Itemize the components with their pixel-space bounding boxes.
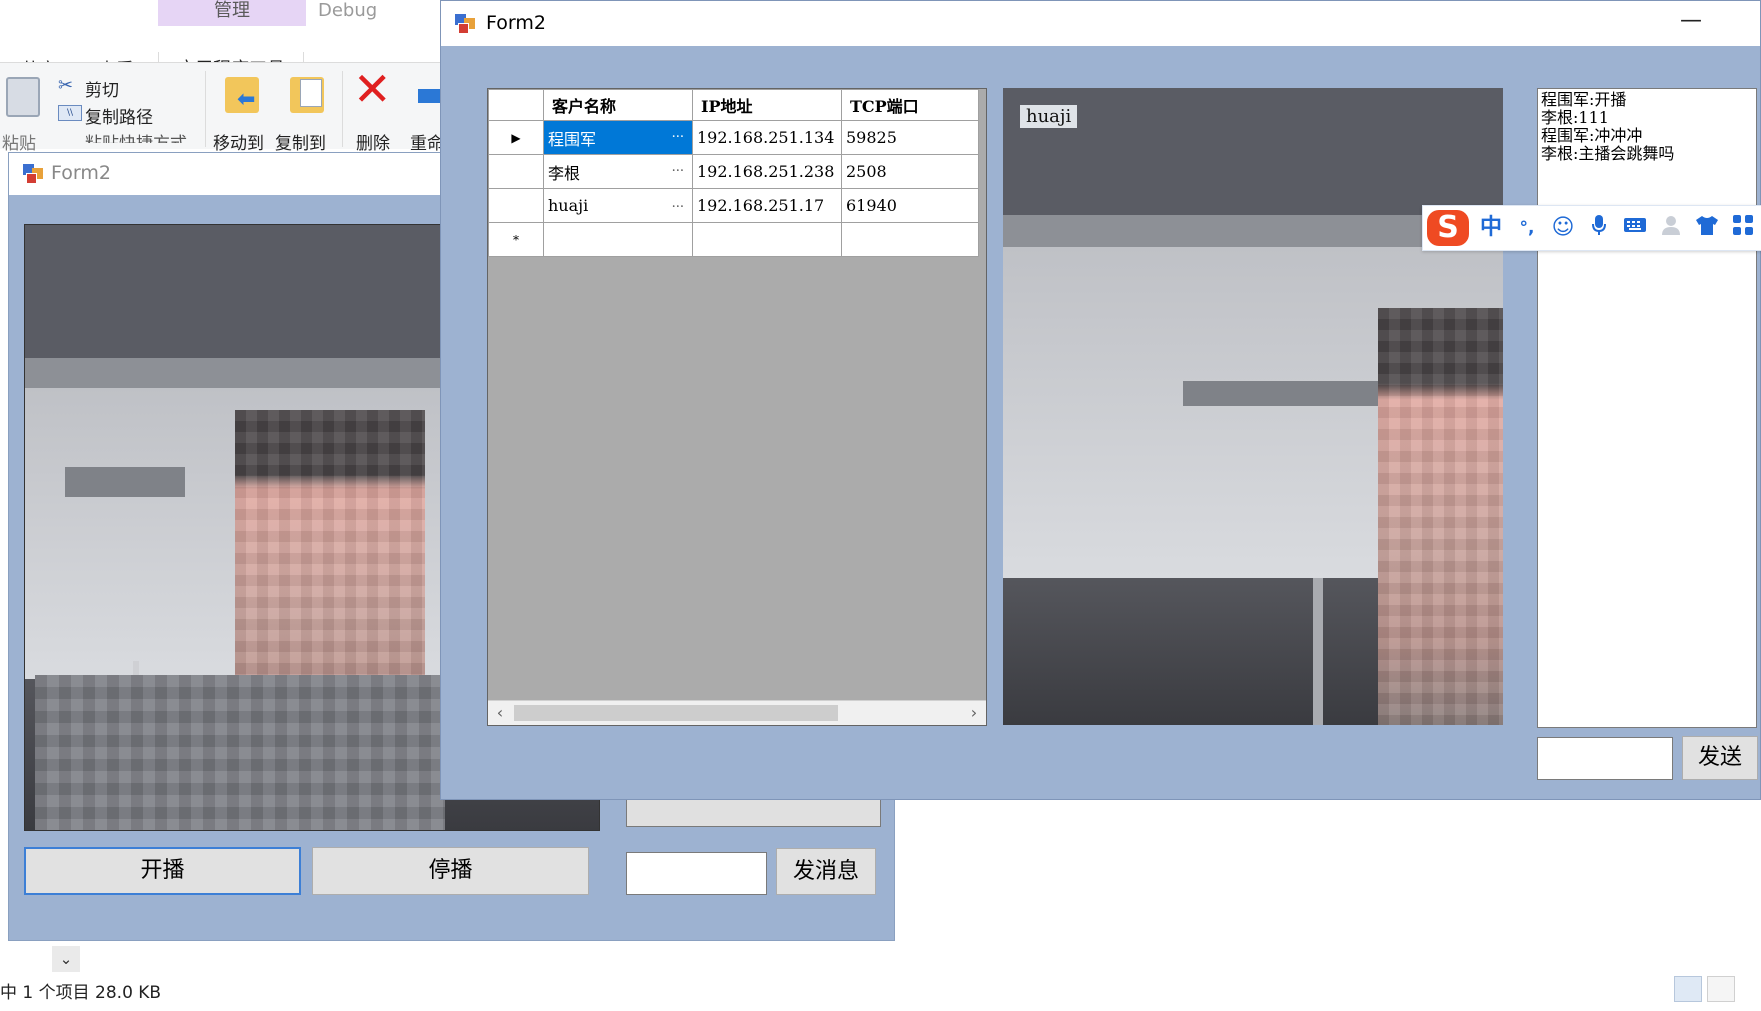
copy-path-icon: \\ bbox=[58, 105, 82, 121]
client-grid[interactable]: 客户名称 IP地址 TCP端口 ▶ 程围军... 192.168.251.134… bbox=[487, 88, 987, 726]
column-header-tcp-port[interactable]: TCP端口 bbox=[841, 89, 979, 121]
ellipsis-button[interactable]: ... bbox=[672, 196, 692, 211]
cell-client-name[interactable]: 李根... bbox=[543, 154, 693, 189]
sogou-logo-icon[interactable]: S bbox=[1427, 210, 1469, 246]
pixelated-body bbox=[35, 675, 445, 830]
ellipsis-button[interactable]: ... bbox=[672, 160, 692, 175]
new-cell[interactable] bbox=[543, 222, 693, 257]
ribbon-body: 粘贴 ✂ 剪切 \\ 复制路径 粘贴快捷方式 ⬅ 移动到 复制到 ✕ 删除 重命 bbox=[0, 62, 440, 154]
pixelated-face bbox=[1378, 308, 1503, 725]
cut-button[interactable]: 剪切 bbox=[85, 76, 119, 101]
paste-button[interactable]: 粘贴 bbox=[2, 129, 36, 154]
cell-value: 程围军 bbox=[548, 129, 597, 149]
ribbon-tabs: 共享 查看 应用程序工具 bbox=[0, 26, 440, 88]
ime-punctuation-toggle[interactable]: °, bbox=[1513, 214, 1541, 242]
form-icon bbox=[23, 164, 43, 184]
cell-port[interactable]: 61940 bbox=[841, 188, 979, 223]
copy-to-button[interactable]: 复制到 bbox=[275, 129, 326, 154]
form-icon bbox=[455, 14, 475, 34]
back-message-input[interactable] bbox=[626, 852, 767, 895]
stop-broadcast-button[interactable]: 停播 bbox=[312, 847, 589, 895]
new-cell[interactable] bbox=[841, 222, 979, 257]
ellipsis-button[interactable]: ... bbox=[672, 126, 692, 141]
minimize-button[interactable]: — bbox=[1668, 7, 1714, 39]
cell-port[interactable]: 59825 bbox=[841, 120, 979, 155]
row-header[interactable] bbox=[488, 188, 544, 223]
ribbon-context-header: 管理 bbox=[158, 0, 306, 26]
form2-back-title: Form2 bbox=[51, 162, 111, 184]
send-button[interactable]: 发送 bbox=[1682, 736, 1758, 780]
video-caption-label: huaji bbox=[1020, 105, 1078, 128]
form2-front-titlebar[interactable]: Form2 — bbox=[441, 1, 1760, 46]
chat-line: 程围军:冲冲冲 bbox=[1541, 126, 1643, 145]
chat-line: 李根:111 bbox=[1541, 108, 1609, 127]
ribbon-debug-label: Debug bbox=[318, 0, 378, 21]
cell-ip[interactable]: 192.168.251.238 bbox=[692, 154, 842, 189]
ime-toolbar[interactable]: S 中 °, ☺ bbox=[1422, 205, 1761, 251]
cell-client-name[interactable]: 程围军... bbox=[543, 120, 693, 155]
cell-ip[interactable]: 192.168.251.134 bbox=[692, 120, 842, 155]
move-to-icon[interactable]: ⬅ bbox=[225, 77, 259, 113]
new-cell[interactable] bbox=[692, 222, 842, 257]
rename-button[interactable]: 重命 bbox=[410, 129, 440, 154]
cell-port[interactable]: 2508 bbox=[841, 154, 979, 189]
cell-ip[interactable]: 192.168.251.17 bbox=[692, 188, 842, 223]
column-header-client-name[interactable]: 客户名称 bbox=[543, 89, 693, 121]
new-row-marker[interactable]: * bbox=[488, 222, 544, 257]
ime-mode-toggle[interactable]: 中 bbox=[1477, 214, 1505, 242]
copy-path-button[interactable]: 复制路径 bbox=[85, 103, 153, 128]
microphone-icon[interactable] bbox=[1585, 214, 1613, 242]
chat-line: 程围军:开播 bbox=[1541, 90, 1627, 109]
horizontal-scrollbar[interactable]: ‹ › bbox=[488, 700, 986, 725]
delete-icon[interactable]: ✕ bbox=[353, 65, 392, 113]
form2-front-title: Form2 bbox=[486, 12, 546, 34]
remote-video: huaji bbox=[1003, 88, 1503, 725]
table-row[interactable]: 李根... 192.168.251.238 2508 bbox=[488, 154, 979, 189]
large-icons-view-icon[interactable] bbox=[1707, 976, 1735, 1002]
row-header[interactable] bbox=[488, 154, 544, 189]
send-message-button[interactable]: 发消息 bbox=[776, 848, 876, 895]
table-row[interactable]: huaji... 192.168.251.17 61940 bbox=[488, 188, 979, 223]
paste-shortcut-button[interactable]: 粘贴快捷方式 bbox=[85, 129, 187, 143]
front-message-input[interactable] bbox=[1537, 737, 1673, 780]
start-broadcast-button[interactable]: 开播 bbox=[24, 847, 301, 895]
cell-value: 李根 bbox=[548, 163, 581, 183]
table-row[interactable]: ▶ 程围军... 192.168.251.134 59825 bbox=[488, 120, 979, 155]
rename-icon[interactable] bbox=[418, 89, 440, 103]
status-selection: 中 1 个项目 28.0 KB bbox=[0, 983, 162, 1003]
scroll-thumb[interactable] bbox=[514, 705, 838, 721]
toolbox-grid-icon[interactable] bbox=[1729, 214, 1757, 242]
user-icon[interactable] bbox=[1657, 214, 1685, 242]
paste-icon[interactable] bbox=[6, 77, 40, 117]
chat-line: 李根:主播会跳舞吗 bbox=[1541, 144, 1675, 163]
form2-front-window: Form2 — 客户名称 IP地址 TCP端口 ▶ 程围军... 192.168… bbox=[440, 0, 1761, 800]
cell-client-name[interactable]: huaji... bbox=[543, 188, 693, 223]
new-row[interactable]: * bbox=[488, 222, 979, 257]
column-header-ip[interactable]: IP地址 bbox=[692, 89, 842, 121]
grid-header-row: 客户名称 IP地址 TCP端口 bbox=[488, 89, 979, 121]
grid-corner-header bbox=[488, 89, 544, 121]
move-to-button[interactable]: 移动到 bbox=[213, 129, 264, 154]
scroll-right-icon[interactable]: › bbox=[964, 703, 984, 723]
chevron-down-icon[interactable]: ⌄ bbox=[52, 946, 80, 972]
chat-log[interactable]: 程围军:开播 李根:111 程围军:冲冲冲 李根:主播会跳舞吗 bbox=[1537, 88, 1757, 728]
scroll-left-icon[interactable]: ‹ bbox=[490, 703, 510, 723]
scissors-icon: ✂ bbox=[58, 75, 74, 96]
details-view-icon[interactable] bbox=[1674, 976, 1702, 1002]
cell-value: huaji bbox=[548, 196, 589, 215]
delete-button[interactable]: 删除 bbox=[356, 129, 390, 154]
copy-to-icon[interactable] bbox=[290, 77, 324, 113]
keyboard-icon[interactable] bbox=[1621, 214, 1649, 242]
skin-shirt-icon[interactable] bbox=[1693, 214, 1721, 242]
emoji-icon[interactable]: ☺ bbox=[1549, 214, 1577, 242]
row-indicator[interactable]: ▶ bbox=[488, 120, 544, 155]
